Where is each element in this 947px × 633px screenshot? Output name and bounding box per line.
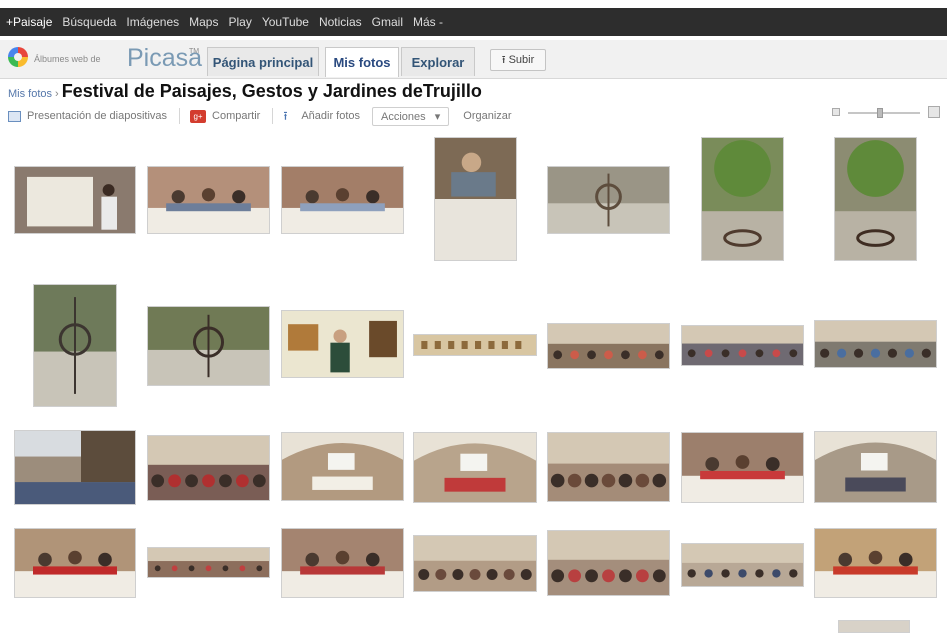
share-label: Compartir — [212, 110, 261, 122]
google-bar: +Paisaje Búsqueda Imágenes Maps Play YouTube N… — [0, 0, 947, 38]
photo-thumbnail[interactable] — [147, 166, 270, 234]
photo-thumbnail[interactable] — [814, 528, 937, 598]
photo-thumbnail[interactable] — [281, 310, 404, 378]
google-bar-item[interactable]: Más - — [413, 15, 443, 29]
google-bar-item[interactable]: Maps — [189, 15, 218, 29]
photo-thumbnail[interactable] — [281, 528, 404, 598]
photo-thumbnail[interactable] — [814, 431, 937, 503]
share-icon: g+ — [190, 109, 207, 123]
album-toolbar: Presentación de diapositivas g+ Comparti… — [8, 106, 524, 126]
google-bar-item[interactable]: Noticias — [319, 15, 362, 29]
logo-trademark: TM — [189, 48, 200, 55]
large-thumbnail-icon[interactable] — [928, 106, 940, 118]
organize-button[interactable]: Organizar — [463, 110, 511, 122]
google-bar-item[interactable]: Play — [228, 15, 251, 29]
google-bar-item[interactable]: +Paisaje — [6, 15, 52, 29]
google-bar-item[interactable]: Búsqueda — [62, 15, 116, 29]
slideshow-icon — [8, 110, 21, 122]
toolbar-divider — [179, 108, 181, 124]
photo-thumbnail[interactable] — [14, 528, 136, 598]
photo-thumbnail[interactable] — [834, 137, 917, 261]
share-button[interactable]: g+ Compartir — [190, 109, 261, 123]
upload-label: Subir — [508, 54, 535, 66]
tab-explore[interactable]: Explorar — [401, 47, 475, 76]
photo-thumbnail[interactable] — [547, 530, 670, 596]
photo-thumbnail[interactable] — [147, 435, 270, 501]
google-bar-item[interactable]: YouTube — [262, 15, 309, 29]
actions-dropdown[interactable]: Acciones ▾ — [372, 106, 450, 126]
google-bar-links: +Paisaje Búsqueda Imágenes Maps Play YouTube N… — [0, 8, 947, 36]
breadcrumb-my-photos-link[interactable]: Mis fotos — [8, 88, 52, 100]
photo-thumbnail[interactable] — [33, 284, 117, 407]
add-photos-button[interactable]: ⭱ Añadir fotos — [283, 110, 360, 122]
photo-thumbnail[interactable] — [547, 432, 670, 502]
upload-icon: ⭱ — [501, 53, 506, 66]
actions-label: Acciones — [381, 110, 426, 123]
photo-thumbnail[interactable] — [547, 166, 670, 234]
logo-subtitle: Álbumes web de — [34, 54, 101, 64]
google-bar-item[interactable]: Gmail — [372, 15, 403, 29]
add-photos-icon: ⭱ — [283, 109, 288, 123]
chevron-down-icon: ▾ — [434, 110, 441, 123]
photo-thumbnail[interactable] — [14, 166, 136, 234]
zoom-track[interactable] — [848, 112, 920, 114]
photo-thumbnail[interactable] — [147, 306, 270, 386]
google-bar-item[interactable]: Imágenes — [126, 15, 179, 29]
photo-thumbnail[interactable] — [14, 430, 136, 505]
photo-thumbnail[interactable] — [413, 334, 537, 356]
picasa-logo-icon[interactable] — [8, 47, 28, 67]
album-title: Festival de Paisajes, Gestos y Jardines … — [61, 81, 482, 101]
photo-thumbnail[interactable] — [281, 166, 404, 234]
tab-home[interactable]: Página principal — [207, 47, 319, 76]
organize-label: Organizar — [463, 110, 512, 122]
photo-thumbnail[interactable] — [413, 535, 537, 592]
photo-thumbnail[interactable] — [147, 547, 270, 578]
breadcrumb: Mis fotos › Festival de Paisajes, Gestos… — [8, 81, 482, 103]
photo-thumbnail[interactable] — [413, 432, 537, 503]
upload-button[interactable]: ⭱ Subir — [490, 49, 546, 71]
photo-thumbnail[interactable] — [547, 323, 670, 369]
photo-thumbnail[interactable] — [681, 325, 804, 366]
breadcrumb-separator: › — [55, 88, 59, 100]
zoom-handle[interactable] — [877, 108, 884, 118]
photo-thumbnail[interactable] — [434, 137, 517, 261]
small-thumbnail-icon[interactable] — [832, 108, 840, 116]
slideshow-label: Presentación de diapositivas — [27, 110, 168, 122]
toolbar-divider — [272, 108, 274, 124]
photo-thumbnail[interactable] — [814, 320, 937, 368]
picasa-app-bar: Álbumes web de Picasa TM Página principa… — [0, 40, 947, 79]
add-photos-label: Añadir fotos — [301, 110, 361, 122]
photo-thumbnail-partial[interactable] — [838, 620, 910, 633]
thumbnail-size-slider[interactable] — [832, 106, 940, 120]
photo-thumbnail[interactable] — [681, 432, 804, 503]
slideshow-button[interactable]: Presentación de diapositivas — [8, 110, 167, 122]
tab-my-photos[interactable]: Mis fotos — [325, 47, 399, 77]
photo-thumbnail[interactable] — [681, 543, 804, 587]
photo-thumbnail[interactable] — [281, 432, 404, 501]
photo-thumbnail[interactable] — [701, 137, 784, 261]
